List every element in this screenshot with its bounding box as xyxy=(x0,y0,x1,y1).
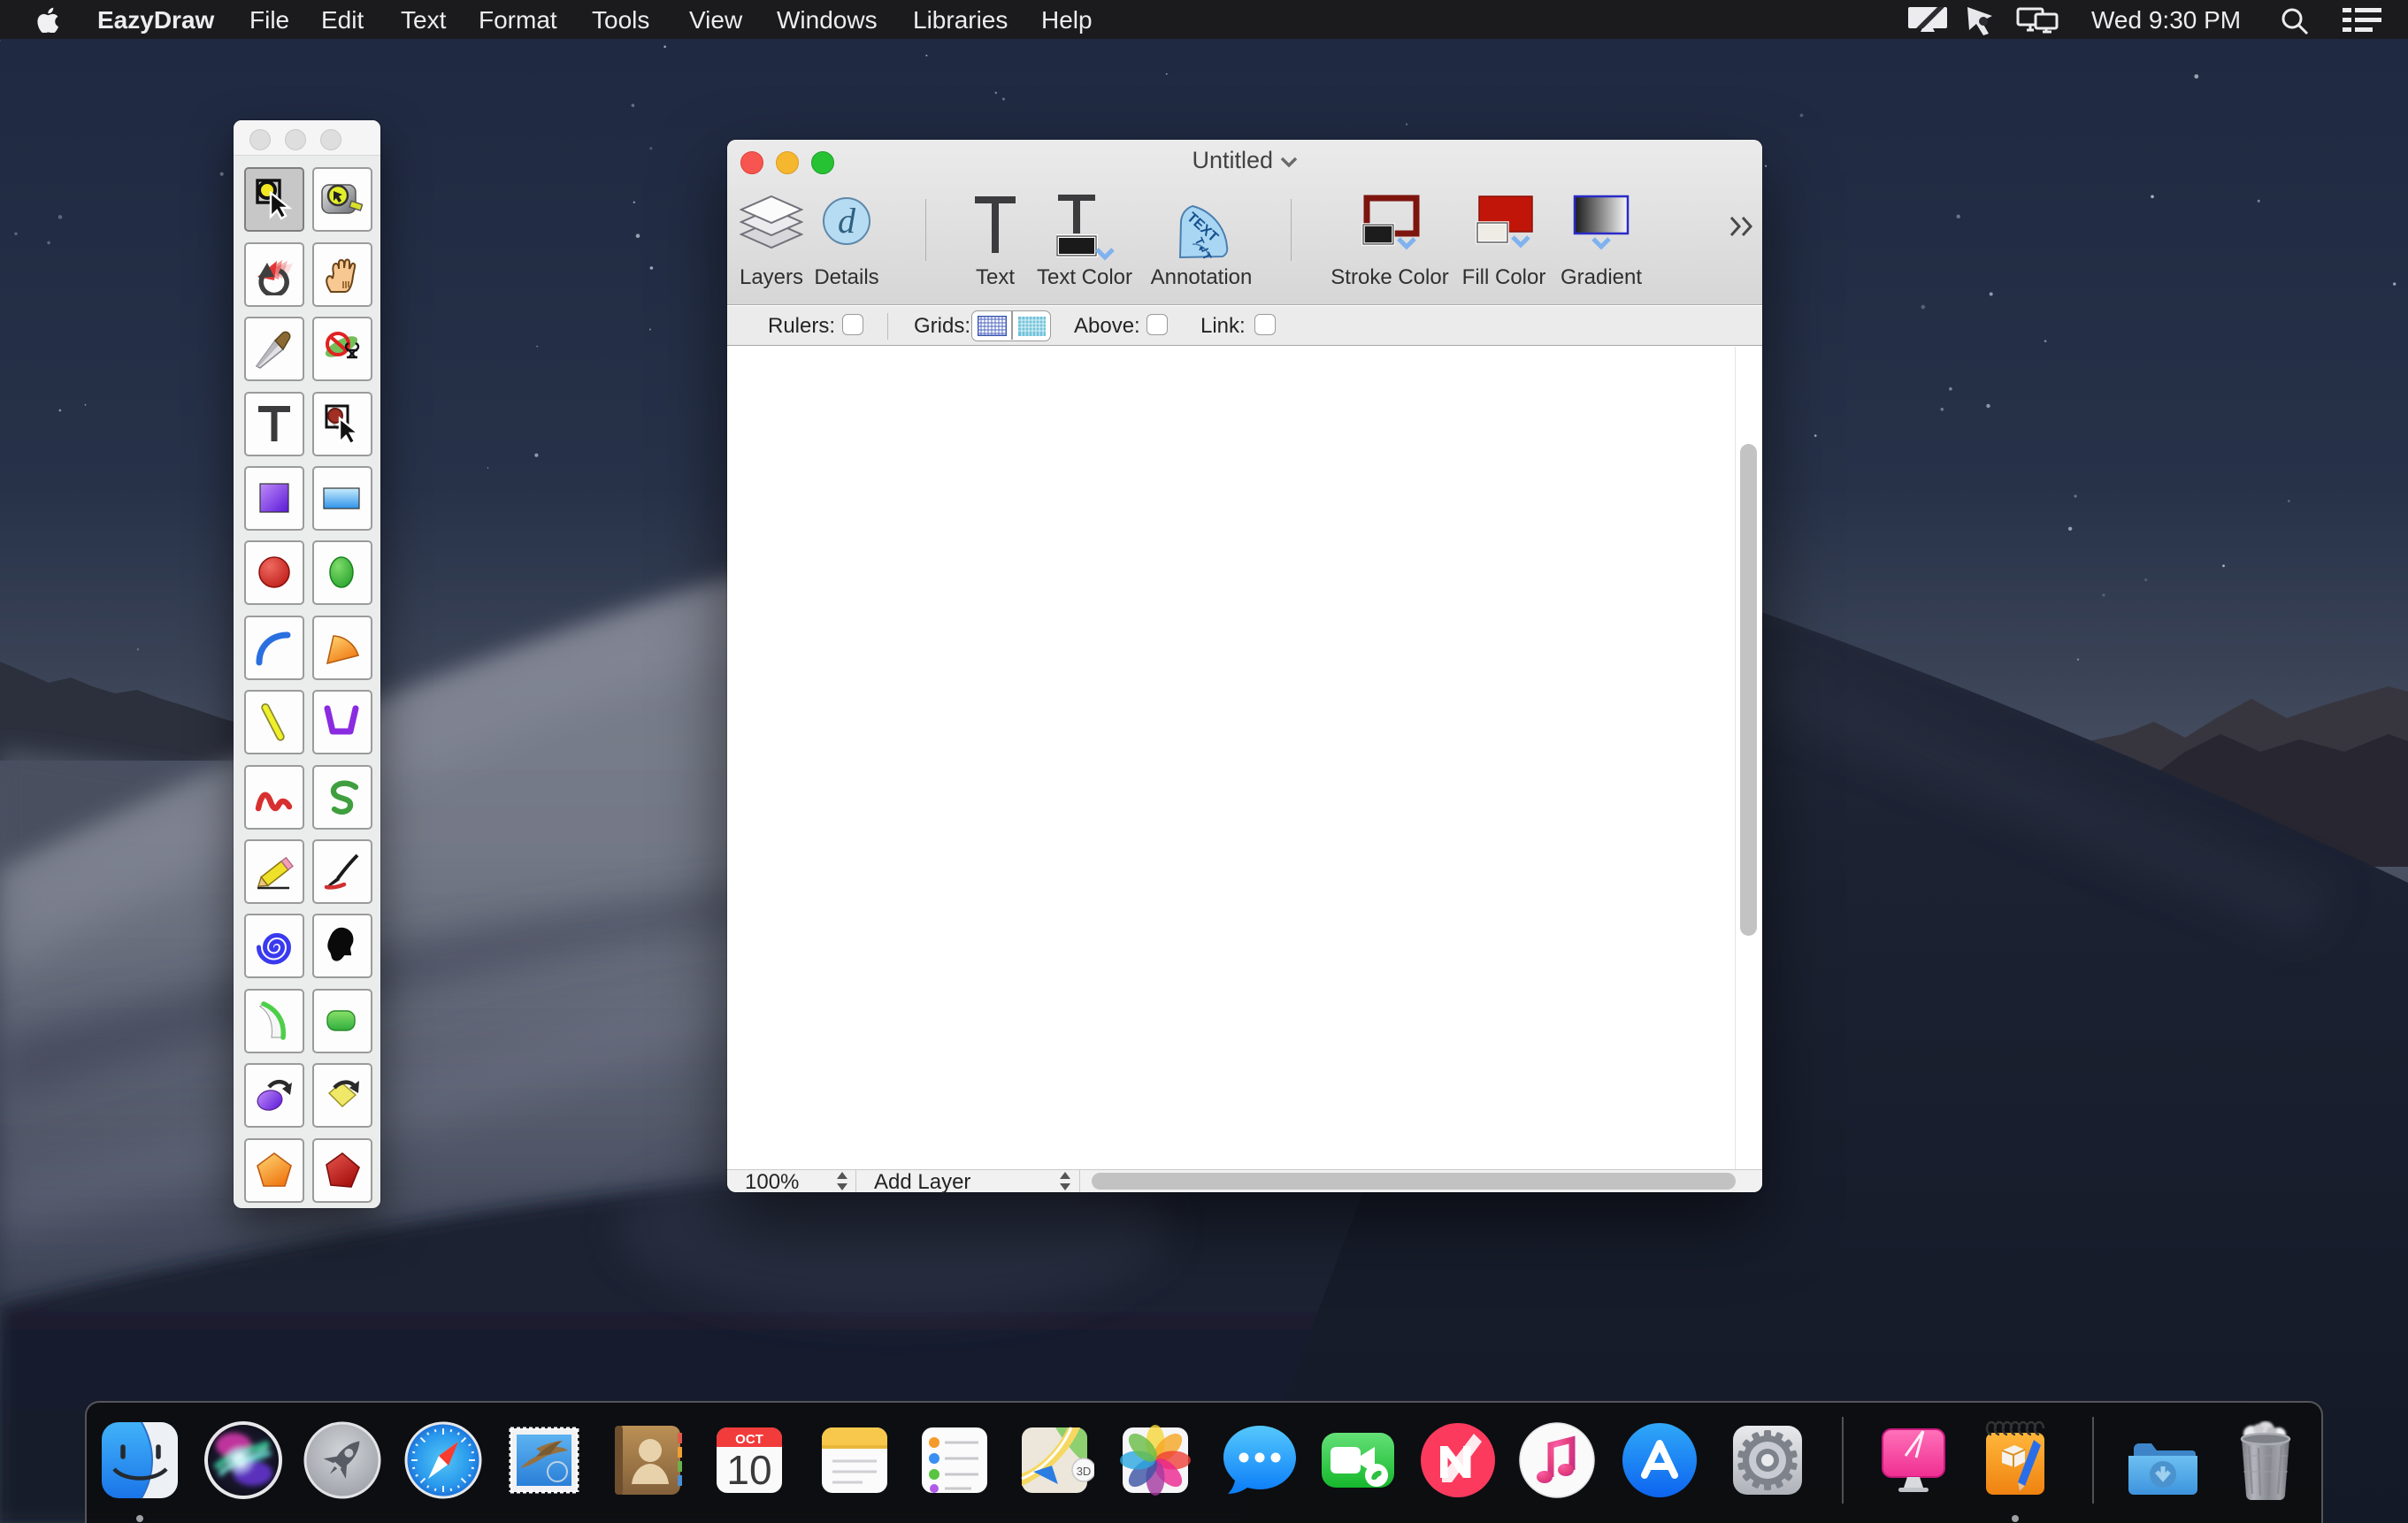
svg-text:d: d xyxy=(838,201,856,241)
svg-text:10: 10 xyxy=(726,1447,771,1493)
svg-text:OCT: OCT xyxy=(735,1432,763,1447)
svg-text:3D: 3D xyxy=(1077,1465,1092,1478)
